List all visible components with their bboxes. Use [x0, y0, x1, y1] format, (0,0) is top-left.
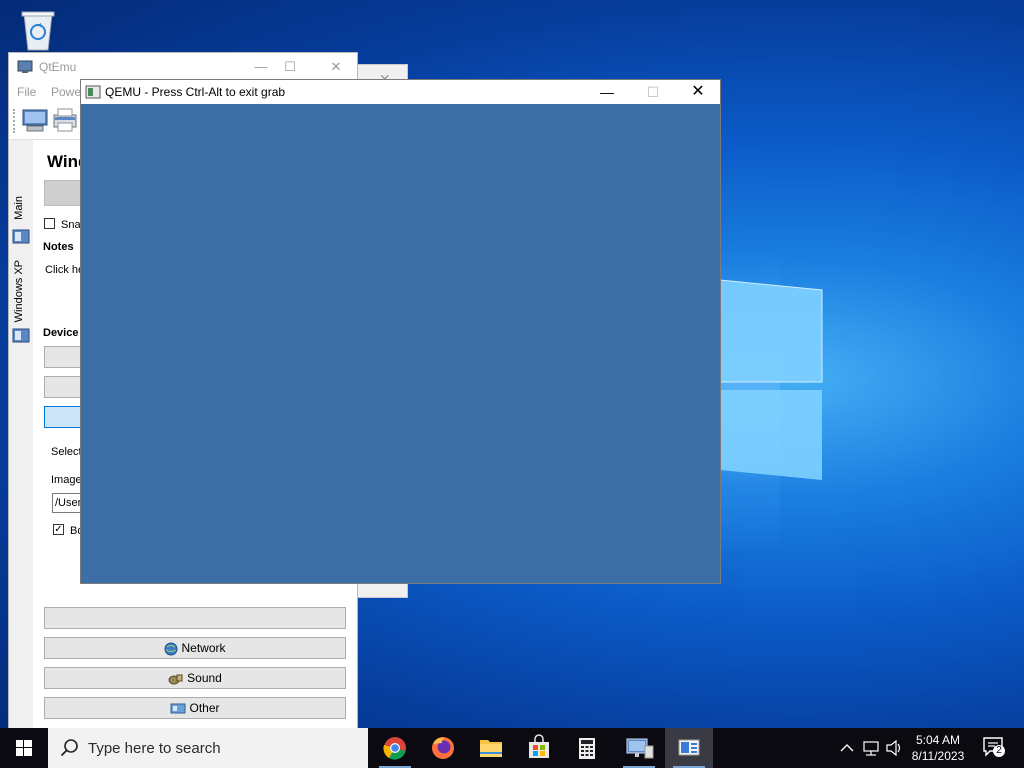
- qtemu-titlebar[interactable]: QtEmu — ☐ ✕: [9, 53, 357, 81]
- network-label: Network: [181, 641, 226, 655]
- computer-monitor-icon: [626, 738, 654, 759]
- network-button[interactable]: Network: [44, 637, 346, 659]
- other-device-icon: [170, 703, 186, 714]
- taskbar-app-store[interactable]: [515, 728, 563, 768]
- taskbar-app-qtemu[interactable]: [615, 728, 663, 768]
- vm-tab-icon: [12, 229, 30, 244]
- vertical-tab-bar: Main Windows XP: [9, 140, 34, 728]
- chevron-up-icon[interactable]: [838, 728, 856, 768]
- search-icon: [60, 739, 78, 757]
- system-clock[interactable]: 5:04 AM 8/11/2023: [905, 732, 971, 764]
- search-placeholder: Type here to search: [88, 740, 221, 757]
- calculator-icon: [579, 738, 595, 759]
- qemu-window: QEMU - Press Ctrl-Alt to exit grab — ☐ ✕: [80, 79, 721, 584]
- volume-icon[interactable]: [884, 728, 904, 768]
- boot-checkbox[interactable]: ✓: [53, 524, 64, 535]
- windows-start-icon: [16, 740, 32, 756]
- snapshot-checkbox[interactable]: [44, 218, 55, 229]
- sound-speaker-icon: [168, 674, 183, 685]
- vm-tab-icon: [12, 328, 30, 343]
- other-button[interactable]: Other: [44, 697, 346, 719]
- minimize-button[interactable]: —: [584, 80, 630, 104]
- devices-heading: Device: [43, 327, 79, 339]
- tab-main[interactable]: Main: [11, 196, 31, 224]
- qemu-app-icon: [85, 85, 101, 99]
- taskbar-search[interactable]: Type here to search: [48, 728, 368, 768]
- close-button[interactable]: ✕: [675, 80, 721, 104]
- device-button[interactable]: [44, 607, 346, 629]
- toolbar-grip[interactable]: [13, 109, 18, 133]
- qemu-title: QEMU - Press Ctrl-Alt to exit grab: [105, 85, 286, 99]
- qtemu-app-icon: [17, 60, 33, 73]
- recycle-bin-icon[interactable]: [16, 6, 60, 52]
- maximize-button[interactable]: ☐: [275, 57, 305, 77]
- image-label: Image: [51, 474, 82, 486]
- tab-windows-xp[interactable]: Windows XP: [11, 260, 31, 322]
- start-button[interactable]: [0, 728, 48, 768]
- taskbar-app-firefox[interactable]: [419, 728, 467, 768]
- minimize-button[interactable]: —: [246, 57, 276, 77]
- sound-label: Sound: [187, 671, 222, 685]
- taskbar-app-calculator[interactable]: [563, 728, 611, 768]
- notification-count: 2: [996, 745, 1002, 756]
- taskbar-app-qemu[interactable]: [665, 728, 713, 768]
- taskbar-app-file-explorer[interactable]: [467, 728, 515, 768]
- qemu-display[interactable]: [81, 104, 720, 583]
- new-machine-icon[interactable]: [21, 107, 49, 133]
- network-icon[interactable]: [861, 728, 883, 768]
- select-label: Select: [51, 446, 82, 458]
- maximize-button[interactable]: ☐: [630, 80, 676, 104]
- qtemu-title: QtEmu: [39, 60, 77, 74]
- other-label: Other: [189, 701, 220, 715]
- sound-button[interactable]: Sound: [44, 667, 346, 689]
- notes-heading: Notes: [43, 241, 74, 253]
- printer-icon[interactable]: [51, 107, 79, 133]
- notification-center-button[interactable]: 2: [982, 736, 1008, 763]
- qemu-titlebar[interactable]: QEMU - Press Ctrl-Alt to exit grab — ☐ ✕: [81, 80, 720, 104]
- chrome-icon: [383, 737, 406, 760]
- taskbar-app-chrome[interactable]: [371, 728, 419, 768]
- close-button[interactable]: ✕: [321, 57, 351, 77]
- store-bag-icon: [529, 734, 549, 758]
- notes-text[interactable]: Click he: [45, 264, 84, 276]
- folder-icon: [480, 740, 502, 757]
- network-globe-icon: [164, 642, 178, 656]
- clock-date: 8/11/2023: [911, 749, 965, 763]
- clock-time: 5:04 AM: [915, 733, 961, 747]
- windows-logo: [720, 279, 823, 480]
- firefox-icon: [432, 737, 454, 759]
- qemu-window-icon: [678, 739, 700, 756]
- menu-file[interactable]: File: [17, 85, 36, 99]
- taskbar: Type here to search 5:04 AM 8/11/2023 2: [0, 728, 1024, 768]
